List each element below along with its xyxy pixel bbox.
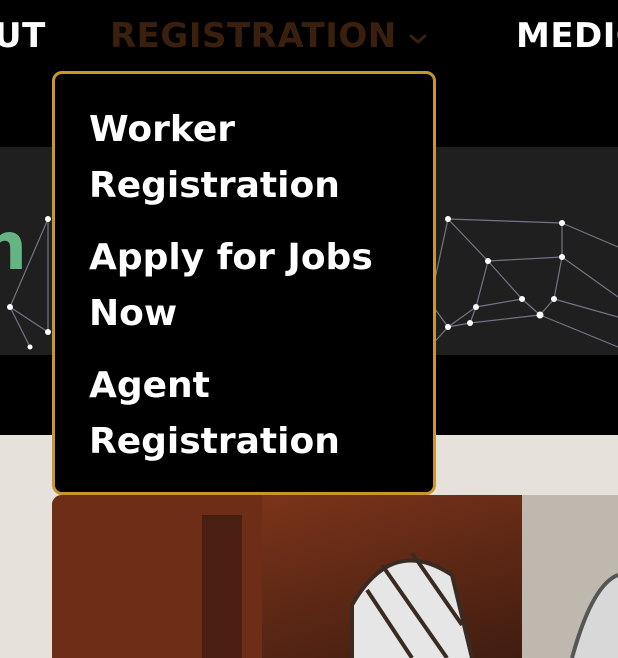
top-nav: UT REGISTRATION MEDIC xyxy=(0,0,618,72)
nav-item-medical[interactable]: MEDIC xyxy=(516,14,618,58)
menu-item-apply-for-jobs[interactable]: Apply for Jobs Now xyxy=(89,230,409,342)
nav-item-registration-label: REGISTRATION xyxy=(110,16,397,56)
chevron-down-icon xyxy=(409,12,427,56)
nav-item-registration[interactable]: REGISTRATION xyxy=(110,14,427,60)
hall-image xyxy=(52,495,618,658)
page: UT REGISTRATION MEDIC n C xyxy=(0,0,618,658)
menu-item-agent-registration[interactable]: Agent Registration xyxy=(89,358,409,470)
menu-item-worker-registration[interactable]: Worker Registration xyxy=(89,102,409,214)
registration-dropdown: Worker Registration Apply for Jobs Now A… xyxy=(52,71,436,495)
nav-item-about[interactable]: UT xyxy=(0,14,46,58)
hall-photo xyxy=(52,495,618,658)
